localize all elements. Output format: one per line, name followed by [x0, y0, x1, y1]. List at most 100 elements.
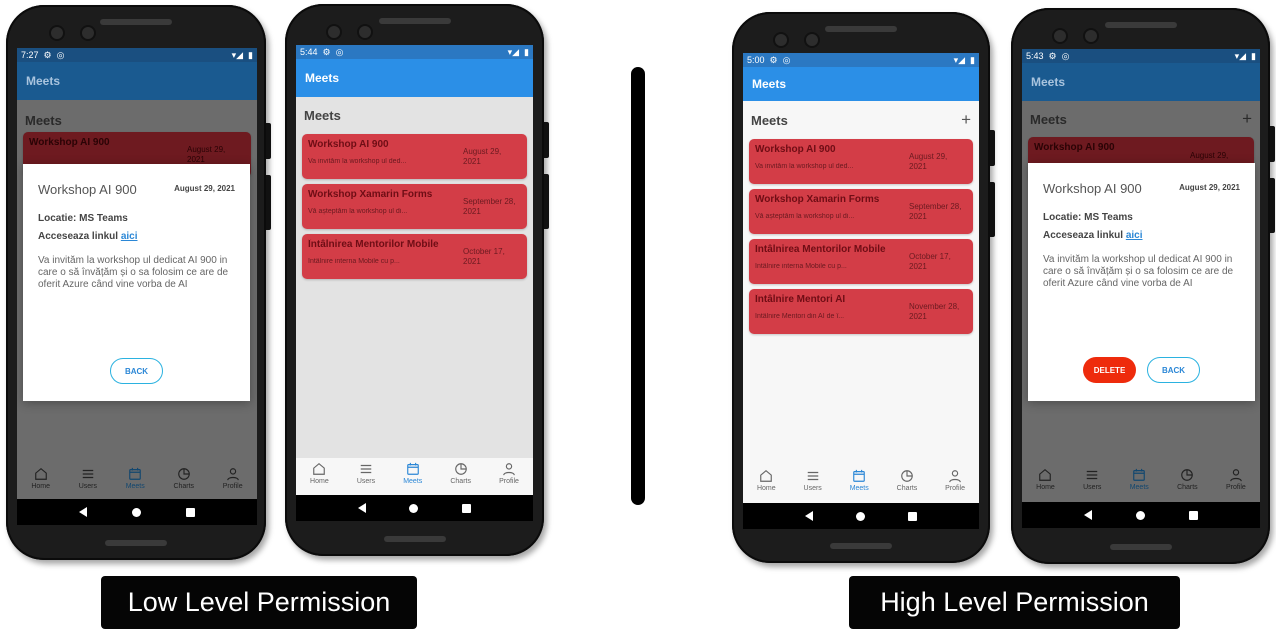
back-button[interactable]: BACK: [110, 358, 163, 384]
meet-card-summary: Întâlnire interna Mobile cu p...: [755, 263, 847, 270]
tab-charts[interactable]: Charts: [173, 463, 194, 499]
tab-charts[interactable]: Charts: [1177, 464, 1198, 502]
tab-home[interactable]: Home: [31, 463, 50, 499]
nav-recent-icon[interactable]: [1189, 510, 1198, 520]
dialog-buttons: BACK: [23, 358, 250, 384]
bottom-tab-bar: Home Users Meets Charts Profile: [1022, 464, 1260, 502]
meet-card[interactable]: Întâlnirea Mentorilor Mobile October 17,…: [302, 234, 527, 279]
meet-detail-dialog: Workshop AI 900 August 29, 2021 Locatie:…: [1028, 163, 1255, 401]
home-icon: [1039, 469, 1052, 481]
bottom-tab-bar: Home Users Meets Charts Profile: [17, 463, 257, 499]
nav-back-icon[interactable]: [79, 507, 88, 517]
system-nav-bar: [743, 503, 979, 529]
meet-card[interactable]: Întâlnirea Mentorilor Mobile October 17,…: [749, 239, 973, 284]
meet-card-date: September 28, 2021: [463, 197, 516, 216]
delete-button[interactable]: DELETE: [1083, 357, 1136, 383]
tab-profile[interactable]: Profile: [223, 463, 243, 499]
sync-icon: ◎: [335, 46, 344, 57]
meet-card[interactable]: Workshop AI 900 August 29, 2021 Va invit…: [302, 134, 527, 179]
nav-back-icon[interactable]: [1084, 510, 1092, 520]
settings-icon: ⚙: [43, 49, 52, 60]
tab-home[interactable]: Home: [310, 458, 329, 495]
tab-label: Users: [356, 478, 376, 485]
meet-card-date: August 29,: [1190, 151, 1229, 160]
meeting-link[interactable]: aici: [1126, 230, 1143, 241]
add-meet-button[interactable]: +: [961, 110, 971, 130]
battery-icon: ▮: [1251, 50, 1256, 61]
phone-screen: 5:00 ⚙ ◎ ▾◢ ▮ Meets Meets + Workshop AI 90…: [743, 53, 979, 529]
meet-card-title: Workshop Xamarin Forms: [755, 194, 880, 205]
meets-list: Workshop AI 900 August 29, 2021 Va invit…: [743, 139, 979, 334]
meeting-link[interactable]: aici: [121, 231, 138, 242]
wifi-signal-icon: ▾◢: [231, 49, 244, 60]
nav-back-icon[interactable]: [357, 503, 366, 513]
nav-recent-icon[interactable]: [462, 503, 472, 513]
front-sensor: [806, 34, 818, 46]
dialog-description: Va invităm la workshop ul dedicat AI 900…: [38, 255, 229, 290]
nav-recent-icon[interactable]: [185, 507, 195, 517]
sync-icon: ◎: [782, 54, 791, 65]
tab-meets[interactable]: Meets: [1130, 464, 1149, 502]
settings-icon: ⚙: [769, 54, 778, 65]
page-header: Meets +: [1022, 101, 1260, 137]
list-icon: [82, 469, 94, 479]
tab-home[interactable]: Home: [1036, 464, 1055, 502]
calendar-icon: [129, 467, 142, 480]
meet-card[interactable]: Workshop Xamarin Forms September 28, 202…: [749, 189, 973, 234]
pie-chart-icon: [901, 470, 913, 482]
volume-button: [1270, 178, 1275, 233]
meet-card-title: Workshop AI 900: [29, 137, 110, 148]
phone-screen: 5:44 ⚙ ◎ ▾◢ ▮ Meets Meets Workshop AI 900 …: [296, 45, 533, 521]
dialog-location: Locatie: MS Teams: [1043, 212, 1133, 223]
back-button[interactable]: BACK: [1147, 357, 1200, 383]
system-nav-bar: [17, 499, 257, 525]
system-nav-bar: [296, 495, 533, 521]
wifi-signal-icon: ▾◢: [1234, 50, 1247, 61]
tab-meets[interactable]: Meets: [126, 463, 145, 499]
meet-card[interactable]: Workshop Xamarin Forms September 28, 202…: [302, 184, 527, 229]
pie-chart-icon: [177, 468, 190, 480]
tab-charts[interactable]: Charts: [897, 465, 917, 503]
tab-users[interactable]: Users: [79, 463, 97, 499]
tab-users[interactable]: Users: [357, 458, 375, 495]
nav-home-icon[interactable]: [131, 507, 141, 517]
tab-home[interactable]: Home: [757, 465, 776, 503]
phone-4: 5:43 ⚙ ◎ ▾◢ ▮ Meets Meets + Workshop AI 90…: [1011, 8, 1275, 564]
dialog-description: Va invităm la workshop ul dedicat AI 900…: [1043, 254, 1234, 289]
tab-profile[interactable]: Profile: [499, 458, 519, 495]
page-title: Meets: [751, 112, 788, 128]
tab-profile[interactable]: Profile: [1226, 464, 1246, 502]
phone-2: 5:44 ⚙ ◎ ▾◢ ▮ Meets Meets Workshop AI 900 …: [285, 4, 549, 556]
phone-screen: 5:43 ⚙ ◎ ▾◢ ▮ Meets Meets + Workshop AI 90…: [1022, 49, 1260, 528]
meet-card-title: Întâlnirea Mentorilor Mobile: [308, 239, 439, 250]
person-icon: [1230, 469, 1242, 482]
tab-meets[interactable]: Meets: [850, 465, 869, 503]
tab-label: Profile: [945, 485, 965, 492]
bottom-grill: [105, 540, 167, 546]
status-time: 5:44: [300, 47, 318, 57]
meet-card[interactable]: Workshop AI 900 August 29, 2021 Va invit…: [749, 139, 973, 184]
meet-card-summary: Întâlnire Mentori din AI de î...: [755, 313, 845, 320]
tab-charts[interactable]: Charts: [450, 458, 471, 495]
app-title: Meets: [1031, 75, 1066, 89]
tab-profile[interactable]: Profile: [945, 465, 965, 503]
calendar-icon: [853, 469, 866, 482]
power-button: [544, 122, 549, 158]
nav-home-icon[interactable]: [409, 503, 419, 513]
nav-back-icon[interactable]: [804, 511, 813, 521]
sync-icon: ◎: [56, 49, 65, 60]
front-camera: [328, 26, 340, 38]
status-bar: 5:00 ⚙ ◎ ▾◢ ▮: [743, 53, 979, 67]
bottom-grill: [830, 543, 892, 549]
nav-recent-icon[interactable]: [908, 511, 918, 521]
nav-home-icon[interactable]: [855, 511, 865, 521]
meet-card[interactable]: Întâlnire Mentori AI November 28, 2021 Î…: [749, 289, 973, 334]
sync-icon: ◎: [1061, 50, 1070, 61]
app-bar: Meets: [17, 62, 257, 100]
nav-home-icon[interactable]: [1136, 510, 1145, 520]
meet-card-title: Workshop AI 900: [308, 139, 389, 150]
tab-label: Users: [803, 485, 822, 492]
tab-users[interactable]: Users: [1083, 464, 1101, 502]
tab-users[interactable]: Users: [804, 465, 822, 503]
tab-meets[interactable]: Meets: [403, 458, 422, 495]
